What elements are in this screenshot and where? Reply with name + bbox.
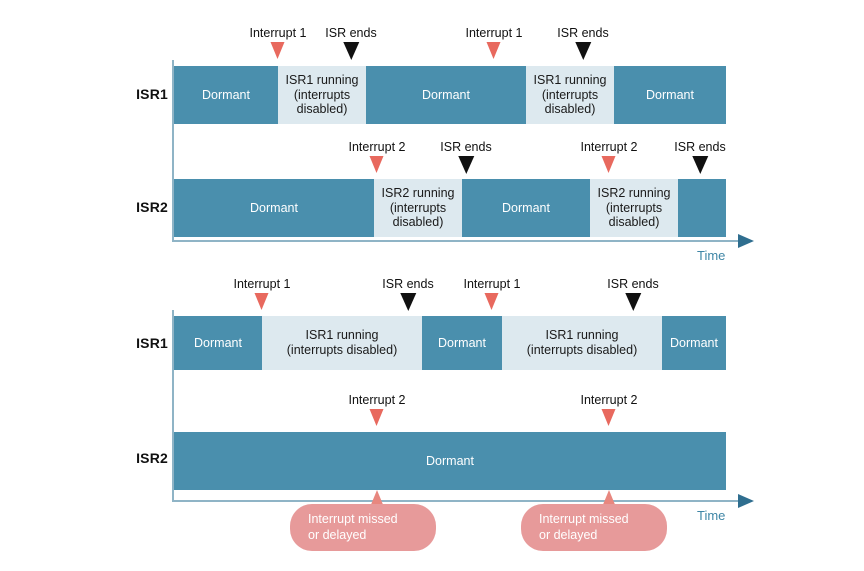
time-axis-top: [172, 240, 742, 242]
marker-label: Interrupt 1: [463, 277, 521, 291]
marker-label: Interrupt 2: [348, 140, 406, 154]
marker-label: Interrupt 1: [233, 277, 291, 291]
time-axis-bottom: [172, 500, 742, 502]
track-isr2-top: Dormant ISR2 running (interrupts disable…: [174, 179, 726, 237]
disabled-interrupts-diagram: Time ISR1 Interrupt 1 ISR ends Interrupt…: [0, 272, 864, 571]
block-isr-running: ISR1 running (interrupts disabled): [526, 66, 614, 124]
block-isr-running: ISR2 running (interrupts disabled): [590, 179, 678, 237]
interrupt-arrow-icon: [254, 293, 269, 310]
marker-label: ISR ends: [440, 140, 492, 154]
callout-interrupt-missed-a: Interrupt missed or delayed: [290, 504, 436, 552]
callout-interrupt-missed-b: Interrupt missed or delayed: [521, 504, 667, 552]
isr-end-arrow-icon: [457, 156, 474, 174]
isr-end-arrow-icon: [342, 42, 359, 60]
interrupt-arrow-icon: [484, 293, 499, 310]
marker-label: ISR ends: [674, 140, 726, 154]
isr-end-arrow-icon: [691, 156, 708, 174]
block-dormant: Dormant: [174, 179, 374, 237]
interrupt-arrow-icon: [601, 156, 616, 173]
marker-interrupt-1-b-bottom: Interrupt 1: [463, 277, 521, 310]
marker-label: Interrupt 2: [580, 393, 638, 407]
row-label-isr1-top: ISR1: [136, 86, 168, 102]
marker-label: Interrupt 2: [348, 393, 406, 407]
marker-isr-ends-a-top: ISR ends: [325, 26, 377, 60]
timing-diagram-canvas: Time ISR1 Interrupt 1 ISR ends Interrupt…: [0, 0, 864, 571]
marker-label: Interrupt 2: [580, 140, 638, 154]
marker-label: ISR ends: [607, 277, 659, 291]
marker-isr-ends-d-top: ISR ends: [674, 140, 726, 174]
block-dormant: Dormant: [614, 66, 726, 124]
block-dormant: Dormant: [462, 179, 590, 237]
marker-interrupt-2-b-top: Interrupt 2: [580, 140, 638, 173]
isr-end-arrow-icon: [574, 42, 591, 60]
block-dormant: Dormant: [366, 66, 526, 124]
row-label-isr2-top: ISR2: [136, 199, 168, 215]
nested-interrupts-diagram: Time ISR1 Interrupt 1 ISR ends Interrupt…: [0, 0, 864, 270]
interrupt-arrow-icon: [486, 42, 501, 59]
time-axis-caption-top: Time: [697, 248, 726, 263]
track-isr1-bottom: Dormant ISR1 running (interrupts disable…: [174, 316, 726, 370]
marker-label: Interrupt 1: [465, 26, 523, 40]
marker-interrupt-1-a-top: Interrupt 1: [249, 26, 307, 59]
time-axis-arrow-top: [738, 234, 754, 248]
marker-label: Interrupt 1: [249, 26, 307, 40]
marker-label: ISR ends: [557, 26, 609, 40]
isr-end-arrow-icon: [624, 293, 641, 311]
marker-interrupt-1-a-bottom: Interrupt 1: [233, 277, 291, 310]
interrupt-arrow-icon: [369, 156, 384, 173]
marker-isr-ends-b-top: ISR ends: [557, 26, 609, 60]
block-dormant: Dormant: [174, 66, 278, 124]
block-dormant: Dormant: [174, 432, 726, 490]
marker-label: ISR ends: [325, 26, 377, 40]
block-isr-running: ISR1 running (interrupts disabled): [278, 66, 366, 124]
track-isr1-top: Dormant ISR1 running (interrupts disable…: [174, 66, 726, 124]
marker-interrupt-2-a-bottom: Interrupt 2: [348, 393, 406, 426]
interrupt-arrow-icon: [601, 409, 616, 426]
block-dormant: Dormant: [174, 316, 262, 370]
marker-interrupt-2-b-bottom: Interrupt 2: [580, 393, 638, 426]
marker-interrupt-1-b-top: Interrupt 1: [465, 26, 523, 59]
block-dormant-tail: [678, 179, 726, 237]
block-isr-running: ISR1 running (interrupts disabled): [502, 316, 662, 370]
row-label-isr2-bottom: ISR2: [136, 450, 168, 466]
marker-isr-ends-c-top: ISR ends: [440, 140, 492, 174]
isr-end-arrow-icon: [399, 293, 416, 311]
block-isr-running: ISR1 running (interrupts disabled): [262, 316, 422, 370]
time-axis-caption-bottom: Time: [697, 508, 726, 523]
marker-isr-ends-a-bottom: ISR ends: [382, 277, 434, 311]
interrupt-arrow-icon: [369, 409, 384, 426]
block-dormant: Dormant: [662, 316, 726, 370]
marker-interrupt-2-a-top: Interrupt 2: [348, 140, 406, 173]
marker-label: ISR ends: [382, 277, 434, 291]
interrupt-arrow-icon: [270, 42, 285, 59]
track-isr2-bottom: Dormant: [174, 432, 726, 490]
time-axis-arrow-bottom: [738, 494, 754, 508]
block-isr-running: ISR2 running (interrupts disabled): [374, 179, 462, 237]
block-dormant: Dormant: [422, 316, 502, 370]
marker-isr-ends-b-bottom: ISR ends: [607, 277, 659, 311]
row-label-isr1-bottom: ISR1: [136, 335, 168, 351]
